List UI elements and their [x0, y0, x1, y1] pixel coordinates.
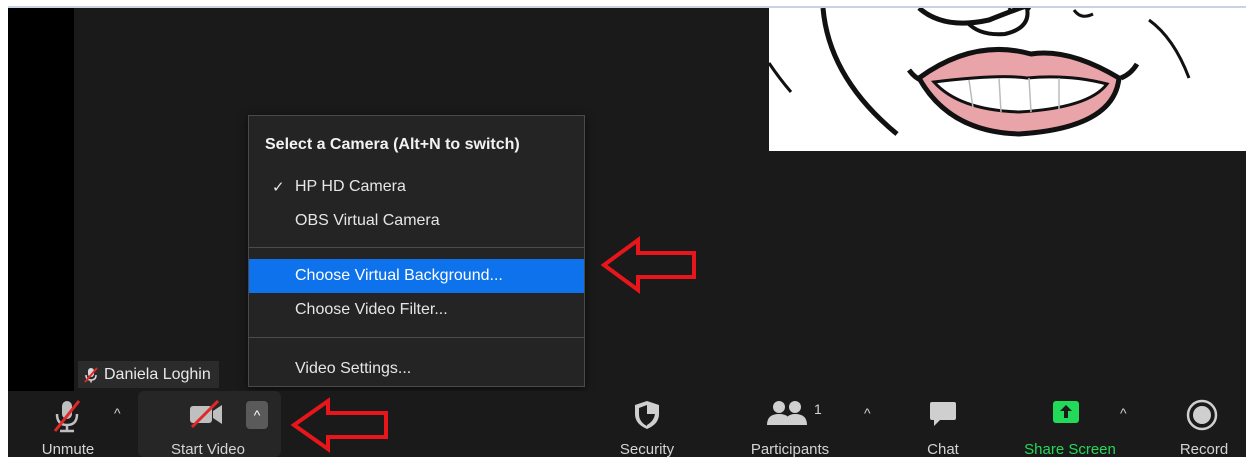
choose-video-filter-item[interactable]: Choose Video Filter...: [249, 293, 584, 327]
participants-count: 1: [814, 401, 822, 417]
camera-menu: Select a Camera (Alt+N to switch) ✓ HP H…: [248, 115, 585, 387]
red-arrow-icon: [600, 236, 696, 294]
share-options-caret[interactable]: ^: [1120, 405, 1127, 421]
camera-menu-title: Select a Camera (Alt+N to switch): [265, 136, 520, 153]
record-button[interactable]: Record: [1168, 391, 1238, 457]
security-button[interactable]: Security: [608, 391, 688, 457]
participant-name: Daniela Loghin: [104, 365, 211, 383]
share-screen-button[interactable]: Share Screen: [1018, 391, 1128, 457]
menu-separator: [249, 247, 584, 248]
people-icon: [767, 401, 807, 425]
camera-option-hp-hd[interactable]: ✓ HP HD Camera: [249, 170, 584, 204]
share-screen-label: Share Screen: [1024, 441, 1116, 457]
participants-label: Participants: [750, 441, 830, 457]
video-settings-item[interactable]: Video Settings...: [249, 352, 584, 386]
zoom-meeting-window: Daniela Loghin Select a Camera (Alt+N to…: [8, 8, 1246, 457]
unmute-button[interactable]: ^ Unmute: [38, 391, 121, 457]
participants-options-caret[interactable]: ^: [864, 405, 871, 421]
check-icon: ✓: [272, 179, 285, 196]
cartoon-smile-image: [769, 8, 1246, 151]
chat-label: Chat: [927, 441, 959, 457]
mic-off-icon: [53, 400, 81, 433]
start-video-button[interactable]: Start Video: [168, 391, 248, 457]
camera-option-label: OBS Virtual Camera: [295, 212, 440, 229]
unmute-label: Unmute: [41, 441, 95, 457]
chat-button[interactable]: Chat: [908, 391, 978, 457]
self-video-preview: [769, 8, 1246, 151]
mic-off-small-icon: [84, 366, 98, 383]
choose-virtual-background-item[interactable]: Choose Virtual Background...: [249, 259, 584, 293]
security-label: Security: [619, 441, 675, 457]
record-label: Record: [1179, 441, 1229, 457]
share-arrow-icon: [1053, 401, 1079, 423]
menu-item-label: Video Settings...: [295, 360, 412, 377]
meeting-toolbar: ^ Unmute Start Video ^ Security 1 Partic…: [8, 391, 1246, 457]
chat-bubble-icon: [930, 402, 956, 426]
video-options-caret[interactable]: ^: [246, 401, 268, 429]
camera-option-obs-virtual[interactable]: OBS Virtual Camera: [249, 204, 584, 238]
video-letterbox: [8, 8, 74, 391]
participants-button[interactable]: 1 Participants: [744, 391, 854, 457]
menu-item-label: Choose Virtual Background...: [295, 267, 503, 284]
video-off-icon: [190, 399, 222, 429]
menu-separator: [249, 337, 584, 338]
menu-item-label: Choose Video Filter...: [295, 301, 448, 318]
record-icon: [1186, 399, 1218, 431]
shield-icon: [635, 401, 659, 429]
start-video-label: Start Video: [171, 441, 245, 457]
audio-options-caret[interactable]: ^: [114, 405, 121, 421]
participant-name-tag: Daniela Loghin: [78, 361, 219, 388]
red-arrow-icon: [290, 397, 388, 453]
caret-up-icon: ^: [253, 407, 261, 423]
camera-option-label: HP HD Camera: [295, 178, 406, 195]
